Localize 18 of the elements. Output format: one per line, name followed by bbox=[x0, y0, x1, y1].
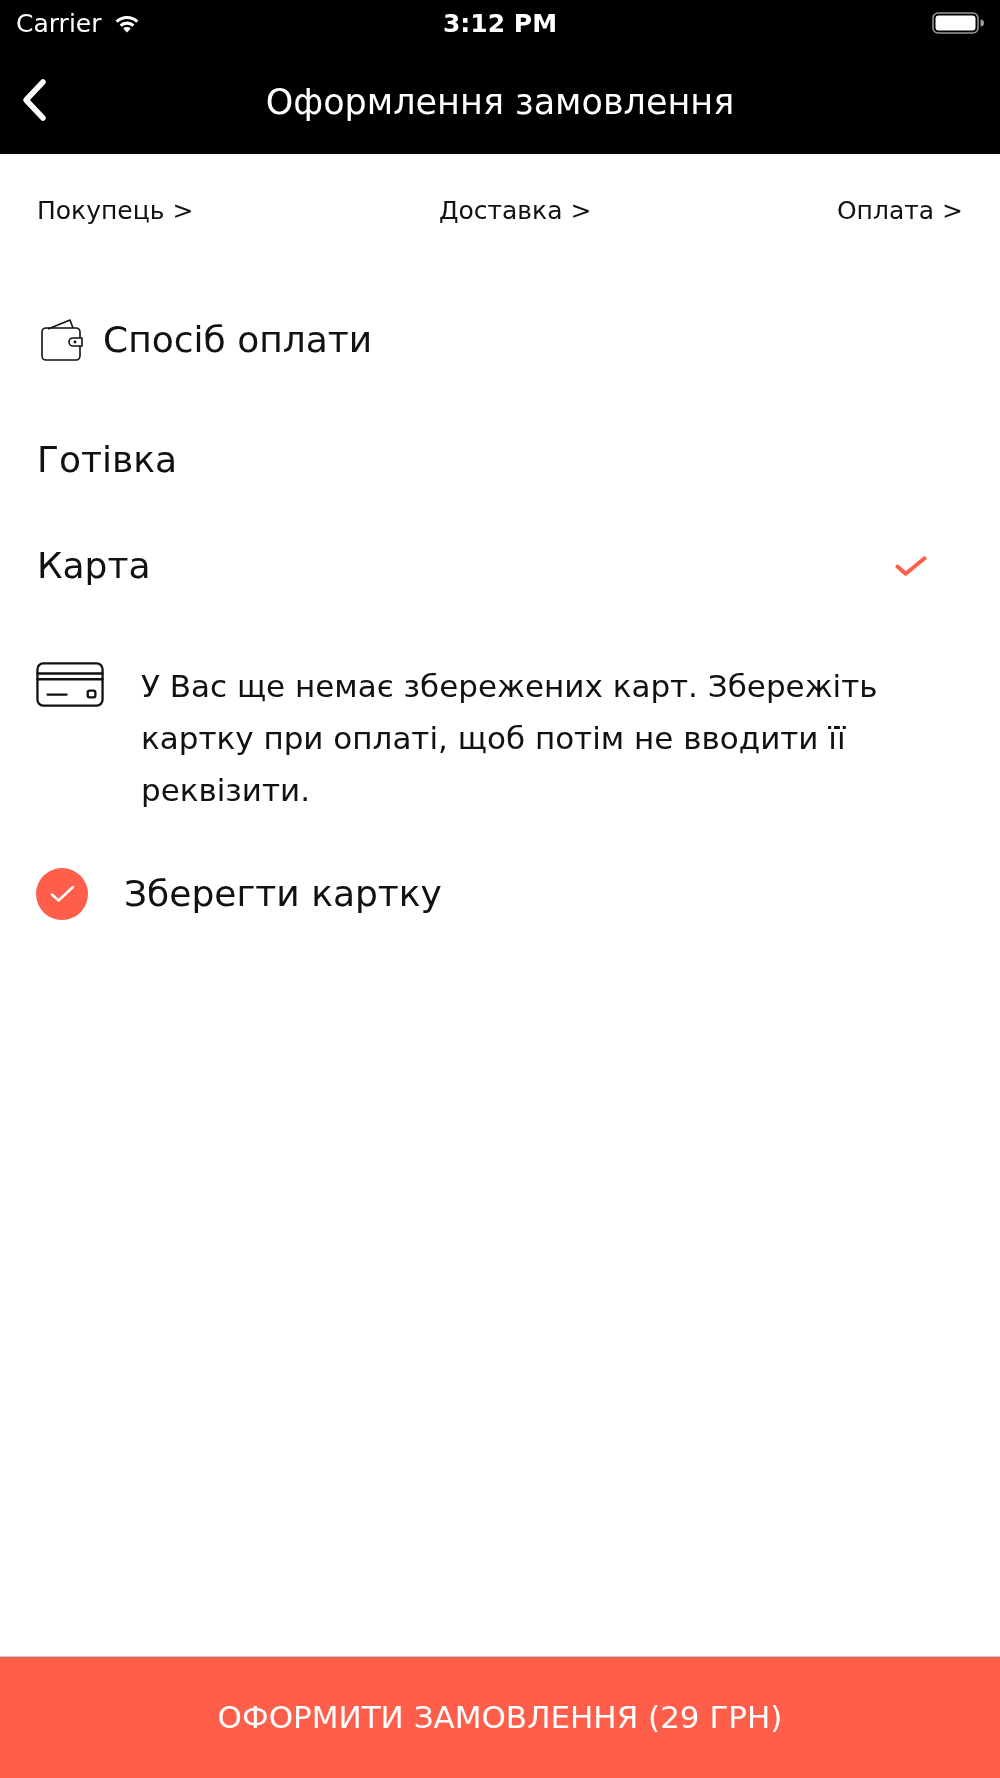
battery-icon bbox=[932, 12, 984, 34]
payment-option[interactable]: Готівка bbox=[0, 407, 1000, 513]
checkout-step-link[interactable]: Покупець > bbox=[37, 197, 194, 223]
check-icon bbox=[49, 885, 75, 903]
payment-option[interactable]: Карта bbox=[0, 513, 1000, 619]
wifi-icon bbox=[113, 13, 140, 33]
screen-title: Оформлення замовлення bbox=[265, 84, 735, 120]
checkout-step-link[interactable]: Оплата > bbox=[836, 197, 963, 223]
save-card-checkbox[interactable] bbox=[36, 868, 88, 920]
carrier-name: Carrier bbox=[16, 10, 102, 36]
credit-card-icon bbox=[36, 662, 104, 707]
section-title: Спосіб оплати bbox=[103, 322, 373, 358]
checkout-step-link[interactable]: Доставка > bbox=[438, 197, 592, 223]
no-saved-cards-message: У Вас ще немає збережених карт. Збережіть картку при оплаті, щоб потім не вводити її реквізити. bbox=[141, 667, 879, 810]
wallet-icon bbox=[40, 318, 84, 362]
status-time: 3:12 PM bbox=[442, 10, 558, 36]
back-chevron-icon bbox=[20, 78, 48, 122]
save-card-label: Зберегти картку bbox=[124, 876, 442, 912]
